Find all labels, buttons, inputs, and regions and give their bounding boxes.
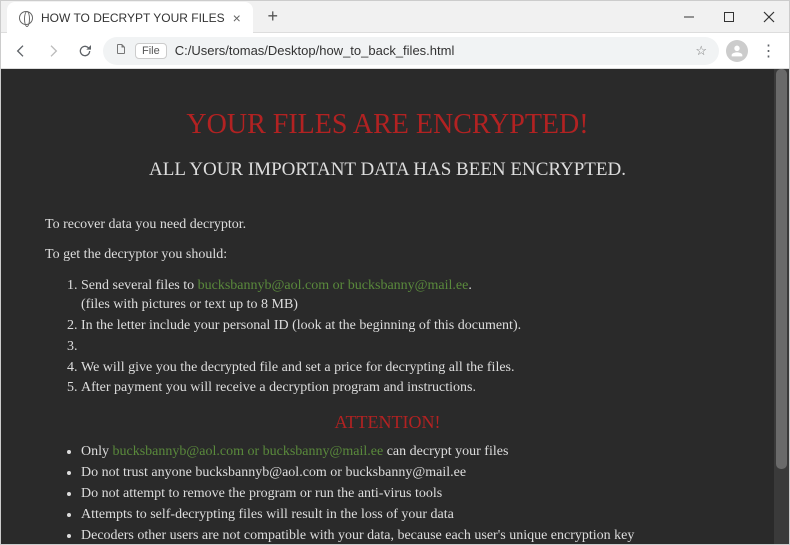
warn-text: can decrypt your files (383, 444, 508, 459)
list-item (81, 338, 730, 357)
new-tab-button[interactable]: + (261, 5, 285, 29)
steps-list: Send several files to bucksbannyb@aol.co… (81, 277, 730, 398)
list-item: Attempts to self-decrypting files will r… (81, 506, 730, 525)
intro-line-1: To recover data you need decryptor. (45, 217, 730, 233)
page-viewport: YOUR FILES ARE ENCRYPTED! ALL YOUR IMPOR… (1, 69, 789, 544)
list-item: Send several files to bucksbannyb@aol.co… (81, 277, 730, 315)
list-item: Decoders other users are not compatible … (81, 527, 730, 544)
browser-window: HOW TO DECRYPT YOUR FILES × + (0, 0, 790, 545)
tab-title: HOW TO DECRYPT YOUR FILES (41, 11, 225, 25)
file-icon (115, 43, 127, 58)
maximize-button[interactable] (709, 1, 749, 33)
warnings-list: Only bucksbannyb@aol.com or bucksbanny@m… (81, 443, 730, 544)
list-item: Do not attempt to remove the program or … (81, 485, 730, 504)
list-item: Only bucksbannyb@aol.com or bucksbanny@m… (81, 443, 730, 462)
bookmark-star-icon[interactable]: ☆ (695, 43, 707, 59)
step-text: . (468, 278, 472, 293)
scrollbar-track[interactable] (774, 69, 789, 544)
list-item: In the letter include your personal ID (… (81, 317, 730, 336)
browser-tab[interactable]: HOW TO DECRYPT YOUR FILES × (7, 2, 253, 34)
url-box[interactable]: File C:/Users/tomas/Desktop/how_to_back_… (103, 37, 719, 65)
url-text: C:/Users/tomas/Desktop/how_to_back_files… (175, 43, 688, 58)
address-bar: File C:/Users/tomas/Desktop/how_to_back_… (1, 33, 789, 69)
warn-text: Only (81, 444, 113, 459)
scrollbar-thumb[interactable] (776, 69, 787, 469)
page-subheading: ALL YOUR IMPORTANT DATA HAS BEEN ENCRYPT… (45, 159, 730, 181)
list-item: We will give you the decrypted file and … (81, 359, 730, 378)
email-green: bucksbannyb@aol.com or bucksbanny@mail.e… (198, 278, 469, 293)
list-item: Do not trust anyone bucksbannyb@aol.com … (81, 464, 730, 483)
forward-button[interactable] (39, 37, 67, 65)
close-tab-icon[interactable]: × (233, 10, 241, 26)
ransom-note: YOUR FILES ARE ENCRYPTED! ALL YOUR IMPOR… (1, 69, 774, 544)
back-button[interactable] (7, 37, 35, 65)
globe-icon (19, 11, 33, 25)
profile-icon (726, 40, 748, 62)
list-item: After payment you will receive a decrypt… (81, 379, 730, 398)
window-controls (669, 1, 789, 33)
email-green: bucksbannyb@aol.com or bucksbanny@mail.e… (113, 444, 384, 459)
close-window-button[interactable] (749, 1, 789, 33)
minimize-button[interactable] (669, 1, 709, 33)
intro-line-2: To get the decryptor you should: (45, 247, 730, 263)
attention-heading: ATTENTION! (45, 412, 730, 433)
kebab-menu-button[interactable]: ⋮ (755, 37, 783, 65)
titlebar: HOW TO DECRYPT YOUR FILES × + (1, 1, 789, 33)
step-text: Send several files to (81, 278, 198, 293)
reload-button[interactable] (71, 37, 99, 65)
page-heading: YOUR FILES ARE ENCRYPTED! (45, 109, 730, 141)
step-note: (files with pictures or text up to 8 MB) (81, 297, 298, 312)
profile-button[interactable] (723, 37, 751, 65)
scheme-chip: File (135, 43, 167, 59)
